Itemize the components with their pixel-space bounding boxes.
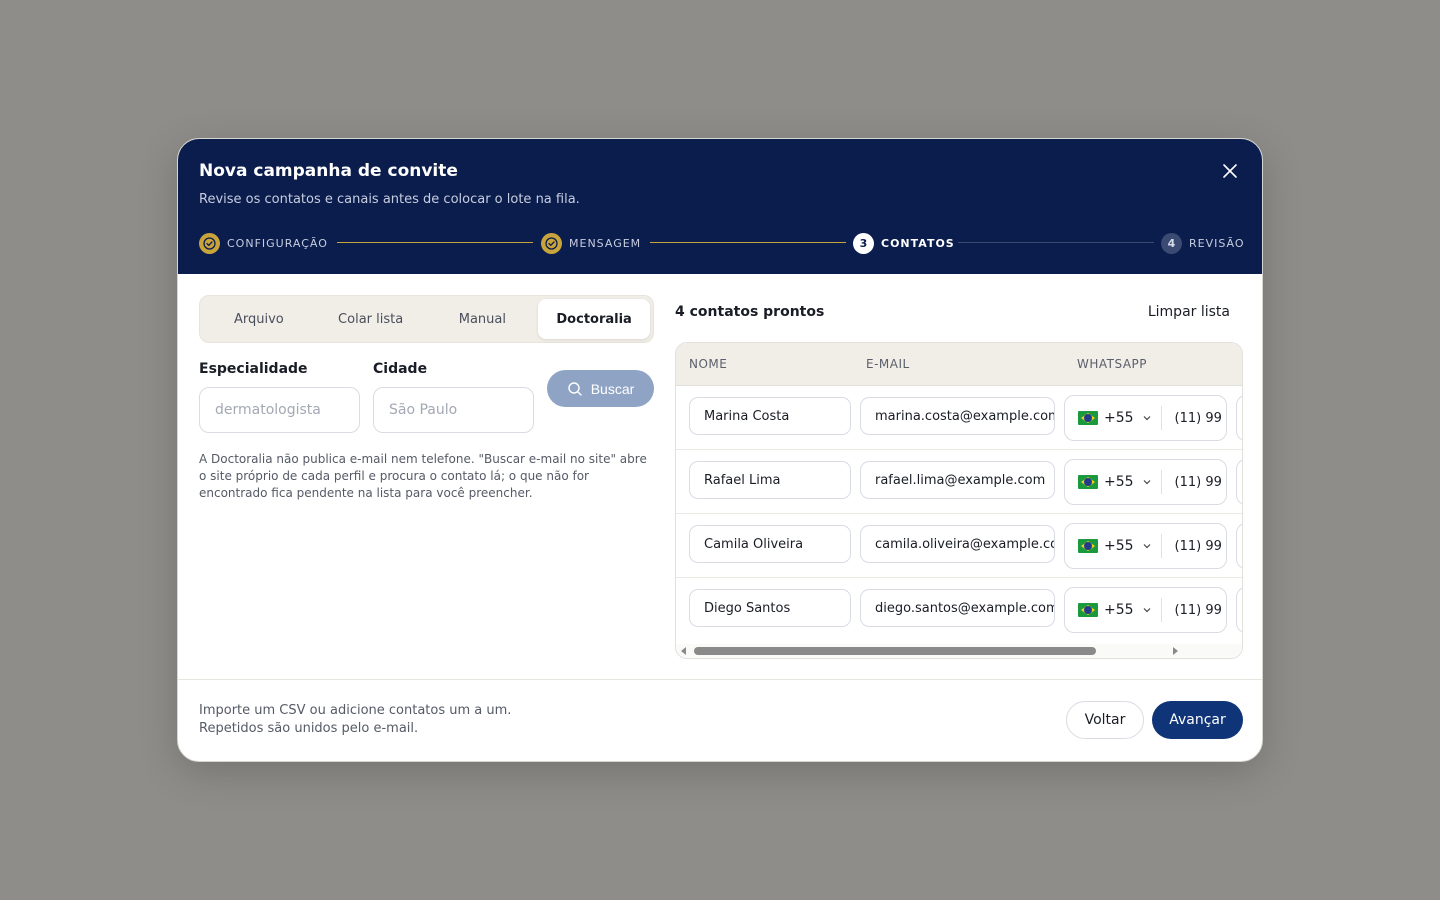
specialty-input[interactable] [199,387,360,433]
phone-number: (11) 99 [1174,410,1222,426]
step-label: REVISÃO [1189,236,1245,250]
table-row: Diego Santos diego.santos@example.com +5… [676,578,1242,642]
chevron-down-icon[interactable] [1142,477,1152,487]
campaign-modal: Nova campanha de convite Revise os conta… [177,138,1263,762]
tab-colar-lista[interactable]: Colar lista [315,299,427,339]
step-label: CONTATOS [881,236,955,250]
table-header: NOME E-MAIL WHATSAPP [676,343,1242,386]
step-connector [337,242,533,243]
specialty-label: Especialidade [199,361,308,377]
country-code: +55 [1104,474,1134,490]
column-header-email: E-MAIL [866,357,910,371]
step-configuracao: CONFIGURAÇÃO [199,232,328,254]
email-field[interactable]: camila.oliveira@example.com [860,525,1055,563]
brazil-flag-icon [1078,475,1098,489]
clear-list-button[interactable]: Limpar lista [1148,304,1230,320]
footer-hint: Importe um CSV ou adicione contatos um a… [199,703,512,736]
whatsapp-field[interactable]: +55 (11) 99 [1064,395,1227,441]
scroll-right-icon[interactable] [1173,647,1178,655]
phone-number: (11) 99 [1174,474,1222,490]
whatsapp-field[interactable]: +55 (11) 99 [1064,459,1227,505]
search-button-label: Buscar [590,380,635,397]
modal-title: Nova campanha de convite [199,161,458,181]
step-connector [958,242,1154,243]
city-input[interactable] [373,387,534,433]
modal-body: Arquivo Colar lista Manual Doctoralia Es… [178,274,1262,680]
next-column-field[interactable] [1236,459,1242,505]
phone-number: (11) 99 [1174,602,1222,618]
modal-footer: Importe um CSV ou adicione contatos um a… [178,679,1262,761]
tab-arquivo[interactable]: Arquivo [203,299,315,339]
tab-manual[interactable]: Manual [427,299,539,339]
name-field[interactable]: Diego Santos [689,589,851,627]
divider [1160,406,1162,430]
step-label: MENSAGEM [569,236,642,250]
column-header-whatsapp: WHATSAPP [1077,357,1148,371]
modal-header: Nova campanha de convite Revise os conta… [178,139,1262,274]
country-code: +55 [1104,602,1134,618]
next-button[interactable]: Avançar [1152,701,1243,739]
chevron-down-icon[interactable] [1142,541,1152,551]
column-header-name: NOME [689,357,728,371]
divider [1160,534,1162,558]
divider [1160,598,1162,622]
horizontal-scrollbar[interactable] [676,644,1242,658]
source-tabs: Arquivo Colar lista Manual Doctoralia [199,295,654,343]
table-row: Camila Oliveira camila.oliveira@example.… [676,514,1242,578]
whatsapp-field[interactable]: +55 (11) 99 [1064,523,1227,569]
name-field[interactable]: Camila Oliveira [689,525,851,563]
chevron-down-icon[interactable] [1142,605,1152,615]
divider [1160,470,1162,494]
chevron-down-icon[interactable] [1142,413,1152,423]
brazil-flag-icon [1078,411,1098,425]
email-field[interactable]: marina.costa@example.com [860,397,1055,435]
stepper: CONFIGURAÇÃO MENSAGEM 3 CONTATOS 4 REVIS… [199,232,1245,254]
step-connector [650,242,846,243]
country-code: +55 [1104,538,1134,554]
contacts-count: 4 contatos prontos [675,304,825,320]
search-icon [568,381,582,396]
name-field[interactable]: Rafael Lima [689,461,851,499]
step-contatos: 3 CONTATOS [853,232,955,254]
scroll-left-icon[interactable] [681,647,686,655]
next-column-field[interactable] [1236,587,1242,633]
step-mensagem: MENSAGEM [541,232,641,254]
help-text: A Doctoralia não publica e-mail nem tele… [199,452,647,500]
email-field[interactable]: rafael.lima@example.com [860,461,1055,499]
next-column-field[interactable] [1236,395,1242,441]
whatsapp-field[interactable]: +55 (11) 99 [1064,587,1227,633]
phone-number: (11) 99 [1174,538,1222,554]
brazil-flag-icon [1078,603,1098,617]
step-number: 3 [853,232,874,254]
search-button[interactable]: Buscar [547,370,654,407]
check-icon [199,232,220,254]
step-revisao: 4 REVISÃO [1161,232,1245,254]
contacts-table: NOME E-MAIL WHATSAPP Marina Costa marina… [675,342,1243,659]
back-button[interactable]: Voltar [1066,701,1144,739]
step-number: 4 [1161,232,1182,254]
import-panel: Arquivo Colar lista Manual Doctoralia Es… [199,295,654,500]
table-row: Marina Costa marina.costa@example.com +5… [676,386,1242,450]
next-column-field[interactable] [1236,523,1242,569]
tab-doctoralia[interactable]: Doctoralia [538,299,650,339]
check-icon [541,232,562,254]
scroll-thumb[interactable] [694,647,1096,655]
email-field[interactable]: diego.santos@example.com [860,589,1055,627]
table-row: Rafael Lima rafael.lima@example.com +55 … [676,450,1242,514]
country-code: +55 [1104,410,1134,426]
step-label: CONFIGURAÇÃO [227,236,328,250]
city-label: Cidade [373,361,428,377]
name-field[interactable]: Marina Costa [689,397,851,435]
close-icon[interactable] [1220,161,1240,181]
brazil-flag-icon [1078,539,1098,553]
modal-subtitle: Revise os contatos e canais antes de col… [199,192,580,207]
